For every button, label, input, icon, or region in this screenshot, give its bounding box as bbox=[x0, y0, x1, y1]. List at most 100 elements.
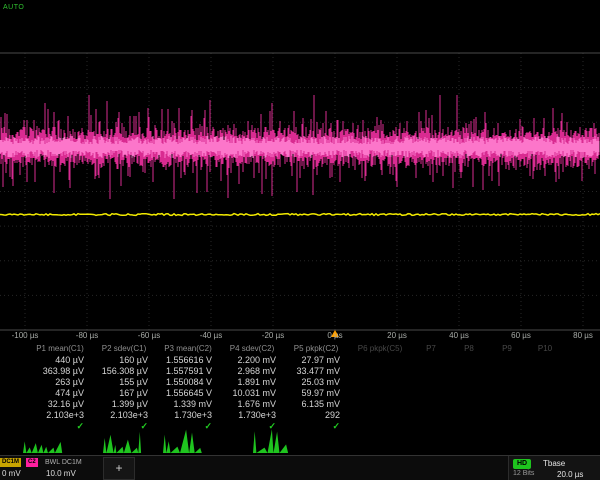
channel2-scale: 10.0 mV bbox=[46, 469, 76, 478]
timebase-scale: 20.0 µs bbox=[557, 470, 583, 479]
measure-value bbox=[526, 399, 564, 410]
measure-value: 1.556616 V bbox=[156, 355, 220, 366]
measure-row: 2.103e+32.103e+31.730e+31.730e+3292 bbox=[28, 410, 600, 421]
measure-value bbox=[488, 377, 526, 388]
measure-value: 10.031 mV bbox=[220, 388, 284, 399]
measure-value: 2.200 mV bbox=[220, 355, 284, 366]
oscilloscope-screen: AUTO -100 µs -80 µs -60 µs -40 µs -20 µs 0 µs… bbox=[0, 0, 600, 480]
measure-value: 27.97 mV bbox=[284, 355, 348, 366]
time-axis-label: -80 µs bbox=[76, 331, 98, 340]
channel2-label-chip: C2 bbox=[26, 458, 38, 467]
channel1-coupling-chip: DC1M bbox=[0, 458, 21, 467]
measure-value bbox=[450, 355, 488, 366]
measure-value bbox=[348, 388, 412, 399]
measure-value bbox=[450, 410, 488, 421]
measure-value: 2.103e+3 bbox=[28, 410, 92, 421]
measure-value: 1.550084 V bbox=[156, 377, 220, 388]
measure-value bbox=[488, 388, 526, 399]
measure-value: 32.16 µV bbox=[28, 399, 92, 410]
measure-value: 263 µV bbox=[28, 377, 92, 388]
measure-value bbox=[450, 377, 488, 388]
measure-header-p2[interactable]: P2 sdev(C1) bbox=[92, 343, 156, 355]
measure-value: 155 µV bbox=[92, 377, 156, 388]
measure-value bbox=[348, 410, 412, 421]
measure-value bbox=[526, 366, 564, 377]
measure-header-p6[interactable]: P6 pkpk(C5) bbox=[348, 343, 412, 355]
measure-value: 25.03 mV bbox=[284, 377, 348, 388]
measure-value bbox=[348, 366, 412, 377]
measure-value bbox=[412, 366, 450, 377]
measure-header-p5[interactable]: P5 pkpk(C2) bbox=[284, 343, 348, 355]
channel1-scale: 0 mV bbox=[2, 469, 21, 478]
measure-header-p9[interactable]: P9 bbox=[488, 343, 526, 355]
measure-value bbox=[348, 355, 412, 366]
measure-value: 1.399 µV bbox=[92, 399, 156, 410]
plus-icon: + bbox=[115, 461, 122, 475]
measure-value bbox=[348, 377, 412, 388]
trigger-status: AUTO bbox=[3, 4, 24, 11]
measure-value bbox=[412, 399, 450, 410]
measure-value: 1.676 mV bbox=[220, 399, 284, 410]
measure-histicon bbox=[252, 428, 298, 455]
measure-value: 33.477 mV bbox=[284, 366, 348, 377]
measure-value: 160 µV bbox=[92, 355, 156, 366]
time-axis-label: -20 µs bbox=[262, 331, 284, 340]
measure-value: 1.730e+3 bbox=[156, 410, 220, 421]
measure-value bbox=[526, 355, 564, 366]
measure-value: 2.103e+3 bbox=[92, 410, 156, 421]
measure-value: 292 bbox=[284, 410, 348, 421]
measure-value bbox=[488, 355, 526, 366]
measure-value bbox=[450, 388, 488, 399]
measure-row: 263 µV155 µV1.550084 V1.891 mV25.03 mV bbox=[28, 377, 600, 388]
time-axis-label: 0 µs bbox=[327, 331, 342, 340]
time-axis: -100 µs-80 µs-60 µs-40 µs-20 µs0 µs20 µs… bbox=[0, 331, 600, 343]
measure-value bbox=[412, 388, 450, 399]
measure-row: 440 µV160 µV1.556616 V2.200 mV27.97 mV bbox=[28, 355, 600, 366]
time-axis-label: 80 µs bbox=[573, 331, 593, 340]
measure-value: 474 µV bbox=[28, 388, 92, 399]
measure-header-row: P1 mean(C1)P2 sdev(C1)P3 mean(C2)P4 sdev… bbox=[28, 343, 600, 355]
measure-header-p10[interactable]: P10 bbox=[526, 343, 564, 355]
measure-value: 6.135 mV bbox=[284, 399, 348, 410]
measure-value bbox=[526, 388, 564, 399]
timebase-label: Tbase bbox=[543, 459, 565, 468]
measure-value: 440 µV bbox=[28, 355, 92, 366]
measure-header-p8[interactable]: P8 bbox=[450, 343, 488, 355]
measure-header-p1[interactable]: P1 mean(C1) bbox=[28, 343, 92, 355]
timebase-descriptor[interactable]: HD Tbase 12 Bits 20.0 µs bbox=[508, 456, 600, 480]
measure-header-p3[interactable]: P3 mean(C2) bbox=[156, 343, 220, 355]
measure-row: 363.98 µV156.308 µV1.557591 V2.968 mV33.… bbox=[28, 366, 600, 377]
measure-header-p4[interactable]: P4 sdev(C2) bbox=[220, 343, 284, 355]
bottom-bar: DC1M 0 mV C2 BWL DC1M 10.0 mV + HD Tbase… bbox=[0, 455, 600, 480]
hd-badge: HD bbox=[513, 459, 531, 469]
measurement-table[interactable]: P1 mean(C1)P2 sdev(C1)P3 mean(C2)P4 sdev… bbox=[28, 343, 600, 432]
time-axis-label: -100 µs bbox=[12, 331, 39, 340]
time-axis-label: 40 µs bbox=[449, 331, 469, 340]
measure-value: 1.891 mV bbox=[220, 377, 284, 388]
measure-value bbox=[526, 377, 564, 388]
time-axis-label: 60 µs bbox=[511, 331, 531, 340]
measure-histicon bbox=[102, 428, 148, 455]
measure-value bbox=[526, 410, 564, 421]
measure-value bbox=[488, 366, 526, 377]
measure-value bbox=[412, 355, 450, 366]
measure-value bbox=[348, 399, 412, 410]
measure-value bbox=[450, 366, 488, 377]
measure-value bbox=[450, 399, 488, 410]
measure-header-p7[interactable]: P7 bbox=[412, 343, 450, 355]
measure-histicon bbox=[162, 428, 208, 455]
measure-value bbox=[412, 377, 450, 388]
measurement-histicons bbox=[0, 428, 600, 455]
time-axis-label: -60 µs bbox=[138, 331, 160, 340]
add-trace-button[interactable]: + bbox=[103, 457, 135, 480]
channel2-coupling: BWL DC1M bbox=[45, 459, 82, 466]
time-axis-label: -40 µs bbox=[200, 331, 222, 340]
measure-value: 59.97 mV bbox=[284, 388, 348, 399]
measure-value: 1.557591 V bbox=[156, 366, 220, 377]
measure-row: 474 µV167 µV1.556645 V10.031 mV59.97 mV bbox=[28, 388, 600, 399]
measure-value: 167 µV bbox=[92, 388, 156, 399]
measure-value: 1.730e+3 bbox=[220, 410, 284, 421]
measure-value: 1.339 mV bbox=[156, 399, 220, 410]
timebase-bits: 12 Bits bbox=[513, 470, 534, 477]
measure-value bbox=[488, 410, 526, 421]
